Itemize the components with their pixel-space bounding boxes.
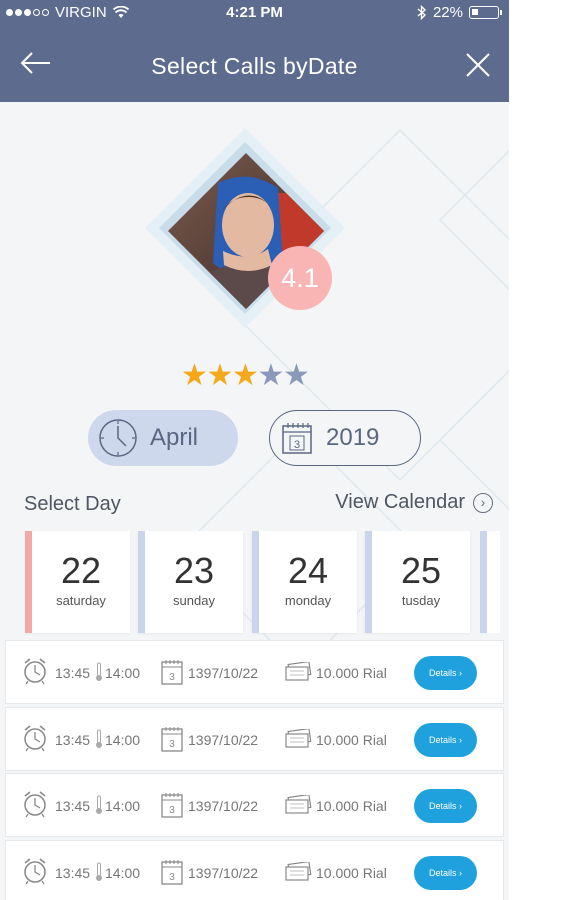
close-icon[interactable] (463, 50, 493, 80)
calendar-icon: 3 (282, 423, 312, 454)
star-rating: ★ ★ ★ ★ ★ (181, 359, 310, 392)
day-card-1[interactable]: 23 sunday (138, 531, 243, 633)
call-row: 13:45 14:00 3 1397/10/22 10.000 Rial Det… (5, 840, 504, 900)
day-card-3[interactable]: 25 tusday (365, 531, 470, 633)
select-day-label: Select Day (24, 493, 121, 515)
end-time: 14:00 (105, 865, 141, 881)
call-date: 1397/10/22 (188, 865, 259, 881)
month-selector[interactable]: April (88, 410, 238, 466)
call-row: 13:45 14:00 3 1397/10/22 10.000 Rial Det… (5, 640, 504, 704)
money-icon (285, 662, 312, 681)
day-number: 24 (287, 550, 329, 591)
duration-separator-icon (96, 729, 102, 748)
money-icon (285, 862, 312, 881)
year-label: 2019 (326, 424, 380, 451)
day-picker: 22 saturday 23 sunday 24 monday 25 tusda… (25, 531, 509, 635)
details-button[interactable]: Details › (414, 656, 477, 690)
calendar-icon: 3 (161, 860, 183, 885)
day-name: saturday (56, 593, 106, 608)
day-card-2[interactable]: 24 monday (252, 531, 357, 633)
start-time: 13:45 (55, 665, 91, 681)
chevron-right-icon: › (473, 492, 493, 513)
svg-text:3: 3 (169, 805, 175, 816)
alarm-clock-icon (24, 725, 46, 752)
call-date: 1397/10/22 (188, 798, 259, 814)
details-button[interactable]: Details › (414, 723, 477, 757)
day-number: 25 (400, 550, 442, 591)
calendar-icon: 3 (161, 793, 183, 818)
call-row: 13:45 14:00 3 1397/10/22 10.000 Rial Det… (5, 707, 504, 771)
app-screen: VIRGIN 4:21 PM 22% Select Calls byDate 4… (0, 0, 509, 900)
call-row: 13:45 14:00 3 1397/10/22 10.000 Rial Det… (5, 773, 504, 837)
status-bar: VIRGIN 4:21 PM 22% (0, 0, 509, 26)
day-name: sunday (173, 593, 215, 608)
page-title: Select Calls byDate (151, 53, 358, 79)
call-date: 1397/10/22 (188, 732, 259, 748)
alarm-clock-icon (24, 658, 46, 685)
battery-percent: 22% (432, 4, 463, 21)
start-time: 13:45 (55, 865, 91, 881)
day-card-partial[interactable] (480, 531, 500, 633)
alarm-clock-icon (24, 858, 46, 885)
day-name: monday (284, 593, 332, 608)
duration-separator-icon (96, 662, 102, 681)
duration-separator-icon (96, 862, 102, 881)
svg-text:3: 3 (169, 739, 175, 750)
star-filled-icon: ★ (232, 359, 259, 392)
star-empty-icon: ★ (283, 359, 310, 392)
svg-text:3: 3 (169, 672, 175, 683)
call-price: 10.000 Rial (316, 732, 387, 748)
start-time: 13:45 (55, 732, 91, 748)
month-label: April (150, 424, 199, 451)
details-button[interactable]: Details › (414, 789, 477, 823)
rating-badge: 4.1 (268, 246, 332, 310)
calendar-icon: 3 (161, 660, 183, 685)
call-price: 10.000 Rial (316, 665, 387, 681)
battery-icon (469, 6, 502, 19)
day-name: tusday (401, 593, 441, 608)
calendar-icon: 3 (161, 727, 183, 752)
day-card-0[interactable]: 22 saturday (25, 531, 130, 633)
details-button[interactable]: Details › (414, 856, 477, 890)
navigation-bar: Select Calls byDate (0, 26, 509, 102)
year-selector[interactable]: 3 2019 (269, 410, 421, 466)
call-price: 10.000 Rial (316, 865, 387, 881)
money-icon (285, 729, 312, 748)
duration-separator-icon (96, 795, 102, 814)
bluetooth-icon (417, 5, 426, 20)
view-calendar-link[interactable]: View Calendar › (335, 491, 493, 514)
call-price: 10.000 Rial (316, 798, 387, 814)
view-calendar-label: View Calendar (335, 491, 465, 513)
day-number: 22 (60, 550, 102, 591)
svg-text:3: 3 (169, 872, 175, 883)
star-filled-icon: ★ (206, 359, 234, 392)
end-time: 14:00 (105, 665, 141, 681)
star-filled-icon: ★ (181, 359, 208, 392)
end-time: 14:00 (105, 732, 141, 748)
clock-icon (99, 419, 137, 457)
star-empty-icon: ★ (257, 359, 285, 392)
alarm-clock-icon (24, 791, 46, 818)
start-time: 13:45 (55, 798, 91, 814)
day-number: 23 (173, 550, 215, 591)
money-icon (285, 795, 312, 814)
end-time: 14:00 (105, 798, 141, 814)
svg-text:3: 3 (294, 439, 300, 451)
call-date: 1397/10/22 (188, 665, 259, 681)
